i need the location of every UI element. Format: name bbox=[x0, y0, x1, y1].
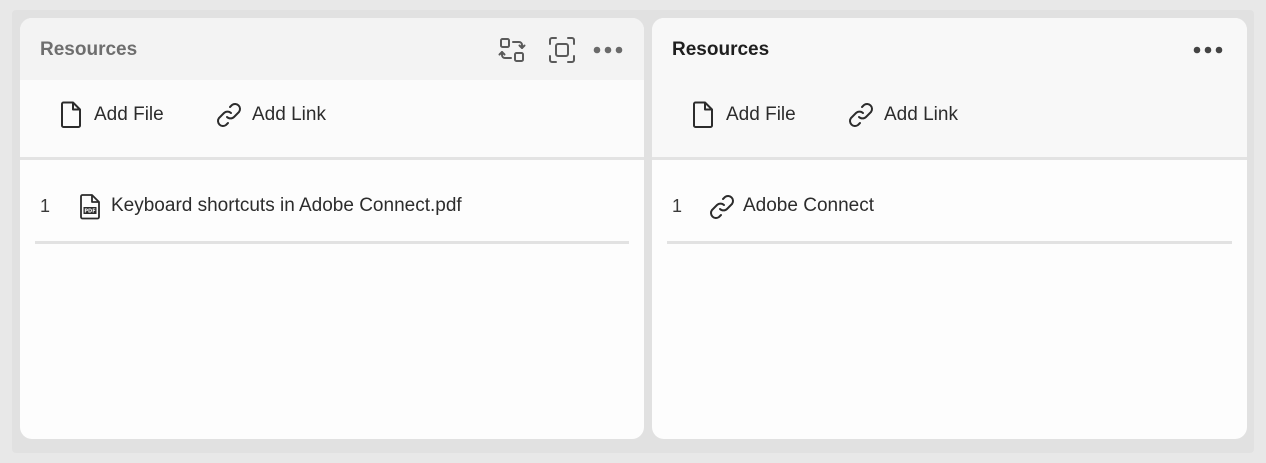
more-icon[interactable] bbox=[1192, 34, 1224, 66]
list-item[interactable]: 1 Adobe Connect bbox=[667, 178, 1232, 244]
add-file-button[interactable]: Add File bbox=[688, 98, 796, 132]
resources-panel-left: Resources Add File Add Link 1 PDF Keyboa… bbox=[20, 18, 644, 439]
resources-panel-right: Resources Add File Add Link 1 Adobe Conn… bbox=[652, 18, 1247, 439]
row-divider bbox=[667, 241, 1232, 244]
add-file-label: Add File bbox=[726, 104, 796, 125]
panel-header: Resources bbox=[20, 18, 644, 80]
list-item[interactable]: 1 PDF Keyboard shortcuts in Adobe Connec… bbox=[35, 178, 629, 244]
item-name: Keyboard shortcuts in Adobe Connect.pdf bbox=[111, 195, 462, 216]
add-link-label: Add Link bbox=[884, 104, 958, 125]
add-link-button[interactable]: Add Link bbox=[214, 98, 326, 132]
svg-text:PDF: PDF bbox=[84, 209, 95, 215]
fullscreen-icon[interactable] bbox=[546, 34, 578, 66]
row-divider bbox=[35, 241, 629, 244]
resources-toolbar: Add File Add Link bbox=[20, 80, 644, 157]
resources-toolbar: Add File Add Link bbox=[652, 80, 1247, 157]
panel-header: Resources bbox=[652, 18, 1247, 80]
item-index: 1 bbox=[672, 196, 683, 216]
more-icon[interactable] bbox=[592, 34, 624, 66]
add-file-button[interactable]: Add File bbox=[56, 98, 164, 132]
item-name: Adobe Connect bbox=[743, 195, 874, 216]
file-icon bbox=[688, 100, 718, 130]
link-icon bbox=[846, 100, 876, 130]
swap-icon[interactable] bbox=[496, 34, 528, 66]
link-icon bbox=[707, 192, 737, 222]
toolbar-divider bbox=[652, 157, 1247, 160]
add-link-label: Add Link bbox=[252, 104, 326, 125]
link-icon bbox=[214, 100, 244, 130]
file-icon bbox=[56, 100, 86, 130]
pdf-file-icon: PDF bbox=[75, 192, 105, 222]
item-index: 1 bbox=[40, 196, 51, 216]
toolbar-divider bbox=[20, 157, 644, 160]
panel-title: Resources bbox=[40, 39, 138, 60]
panel-title: Resources bbox=[672, 39, 770, 60]
add-link-button[interactable]: Add Link bbox=[846, 98, 958, 132]
add-file-label: Add File bbox=[94, 104, 164, 125]
